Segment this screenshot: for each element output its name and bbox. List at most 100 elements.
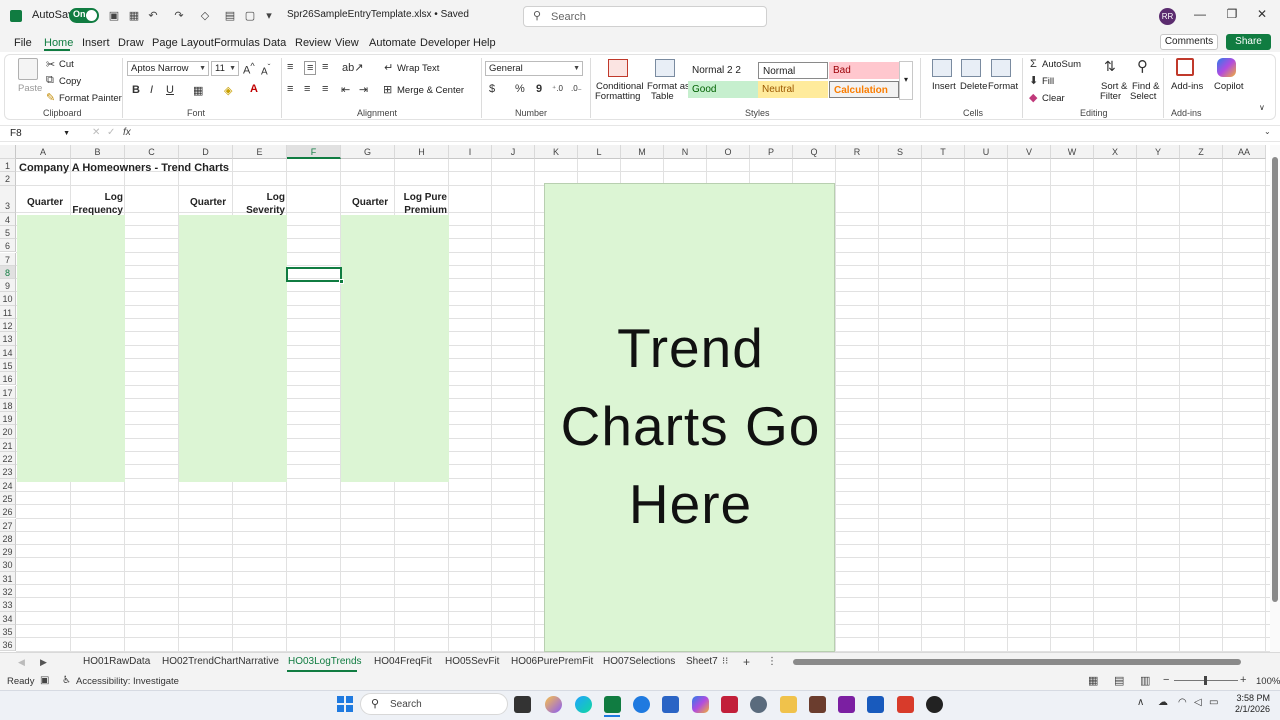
maximize-icon[interactable]: ❐ — [1222, 7, 1242, 25]
paste-icon[interactable] — [18, 58, 38, 80]
row-header-18[interactable]: 18 — [0, 398, 16, 413]
search-box[interactable]: ⚲ Search — [523, 6, 767, 27]
increase-indent-icon[interactable]: ⇥ — [359, 83, 368, 96]
formula-input[interactable] — [150, 127, 1260, 140]
sheet-tab[interactable]: Sheet7 — [686, 656, 718, 667]
sheet-title[interactable]: Company A Homeowners - Trend Charts — [19, 162, 229, 174]
bold-button[interactable]: B — [132, 84, 140, 96]
delete-cells-button[interactable]: Delete — [960, 81, 987, 92]
sheet-tab[interactable]: HO05SevFit — [445, 656, 499, 667]
row-header-36[interactable]: 36 — [0, 638, 16, 652]
row-header-14[interactable]: 14 — [0, 345, 16, 359]
excel-taskbar-icon[interactable] — [604, 696, 621, 713]
widgets-icon[interactable] — [545, 696, 562, 713]
merge-center-button[interactable]: Merge & Center — [397, 85, 464, 96]
quarter-severity-data-area[interactable] — [179, 215, 287, 482]
zoom-out-icon[interactable]: − — [1163, 674, 1169, 686]
zoom-in-icon[interactable]: + — [1240, 674, 1246, 686]
format-painter-button[interactable]: Format Painter — [59, 93, 122, 104]
autosave-toggle[interactable]: On — [69, 8, 99, 23]
column-header-b[interactable]: B — [71, 145, 125, 159]
windows-start-icon[interactable] — [337, 696, 353, 712]
print-preview-icon[interactable]: ▢ — [243, 9, 257, 23]
column-header-j[interactable]: J — [492, 145, 535, 159]
header-log-pure-premium[interactable]: Log Pure Premium — [396, 191, 447, 217]
file-name[interactable]: Spr26SampleEntryTemplate.xlsx • Saved — [287, 9, 469, 20]
underline-button[interactable]: U — [166, 84, 174, 96]
horizontal-scrollbar[interactable] — [787, 658, 1267, 666]
onedrive-icon[interactable]: ☁ — [1158, 697, 1168, 708]
accessibility-icon[interactable]: ♿ — [62, 675, 71, 686]
row-header-34[interactable]: 34 — [0, 611, 16, 625]
copilot-taskbar-icon[interactable] — [692, 696, 709, 713]
column-header-o[interactable]: O — [707, 145, 750, 159]
undo-icon[interactable]: ↶ — [146, 9, 160, 23]
row-header-8[interactable]: 8 — [0, 265, 16, 280]
row-header-26[interactable]: 26 — [0, 505, 16, 519]
menu-insert[interactable]: Insert — [82, 37, 110, 49]
row-header-10[interactable]: 10 — [0, 292, 16, 306]
row-header-9[interactable]: 9 — [0, 279, 16, 293]
column-header-r[interactable]: R — [836, 145, 879, 159]
column-header-t[interactable]: T — [922, 145, 965, 159]
menu-help[interactable]: Help — [473, 37, 496, 49]
column-header-d[interactable]: D — [179, 145, 233, 159]
quarter-freq-data-area[interactable] — [17, 215, 125, 482]
column-header-w[interactable]: W — [1051, 145, 1094, 159]
header-quarter-g[interactable]: Quarter — [352, 197, 388, 208]
insert-function-button[interactable]: fx — [123, 127, 131, 138]
currency-button[interactable]: $ — [489, 83, 495, 95]
font-name-dropdown[interactable]: Aptos Narrow ▼ — [127, 61, 209, 76]
column-header-c[interactable]: C — [125, 145, 179, 159]
borders-icon[interactable]: ▦ — [193, 84, 203, 97]
row-header-24[interactable]: 24 — [0, 478, 16, 492]
row-header-17[interactable]: 17 — [0, 385, 16, 399]
wrap-text-button[interactable]: Wrap Text — [397, 63, 439, 74]
minimize-icon[interactable]: — — [1190, 7, 1210, 25]
column-header-i[interactable]: I — [449, 145, 492, 159]
battery-icon[interactable]: ▭ — [1209, 697, 1218, 708]
decrease-decimal-icon[interactable]: .0₋ — [571, 84, 582, 93]
italic-button[interactable]: I — [150, 84, 153, 96]
word-icon[interactable] — [867, 696, 884, 713]
column-header-z[interactable]: Z — [1180, 145, 1223, 159]
column-header-m[interactable]: M — [621, 145, 664, 159]
task-view-icon[interactable] — [514, 696, 531, 713]
style-normal[interactable]: Normal — [758, 62, 828, 79]
row-header-31[interactable]: 31 — [0, 571, 16, 585]
row-header-12[interactable]: 12 — [0, 319, 16, 333]
column-header-u[interactable]: U — [965, 145, 1008, 159]
sheet-tab-active[interactable]: HO03LogTrends — [288, 656, 362, 667]
style-bad[interactable]: Bad — [829, 62, 899, 79]
row-header-2[interactable]: 2 — [0, 172, 16, 186]
sheet-tab[interactable]: HO07Selections — [603, 656, 675, 667]
row-header-22[interactable]: 22 — [0, 452, 16, 466]
increase-font-icon[interactable]: A^ — [243, 61, 255, 77]
row-header-32[interactable]: 32 — [0, 585, 16, 599]
wifi-icon[interactable]: ◠ — [1178, 697, 1187, 708]
menu-developer[interactable]: Developer — [420, 37, 470, 49]
quarter-purepremium-data-area[interactable] — [341, 215, 449, 482]
cut-button[interactable]: Cut — [59, 59, 74, 70]
menu-file[interactable]: File — [14, 37, 32, 49]
expand-formula-icon[interactable]: ⌄ — [1264, 127, 1271, 136]
clear-button[interactable]: Clear — [1042, 93, 1065, 104]
style-neutral[interactable]: Neutral — [758, 81, 828, 98]
redo-icon[interactable]: ↷ — [172, 9, 186, 23]
confirm-entry-icon[interactable]: ✓ — [107, 127, 115, 138]
close-icon[interactable]: ✕ — [1252, 7, 1272, 25]
add-sheet-icon[interactable]: + — [743, 655, 750, 669]
decrease-indent-icon[interactable]: ⇤ — [341, 83, 350, 96]
column-header-aa[interactable]: AA — [1223, 145, 1266, 159]
format-icon[interactable]: ◇ — [198, 9, 212, 23]
pdf-icon[interactable] — [897, 696, 914, 713]
scroll-thumb[interactable] — [793, 659, 1241, 665]
column-header-v[interactable]: V — [1008, 145, 1051, 159]
fill-handle[interactable] — [339, 279, 344, 284]
zoom-slider-thumb[interactable] — [1204, 676, 1207, 685]
row-header-23[interactable]: 23 — [0, 465, 16, 479]
style-normal-2-2[interactable]: Normal 2 2 — [688, 62, 758, 79]
row-header-15[interactable]: 15 — [0, 358, 16, 373]
accessibility-status[interactable]: Accessibility: Investigate — [76, 676, 179, 687]
find-select-line2[interactable]: Select — [1130, 91, 1156, 102]
